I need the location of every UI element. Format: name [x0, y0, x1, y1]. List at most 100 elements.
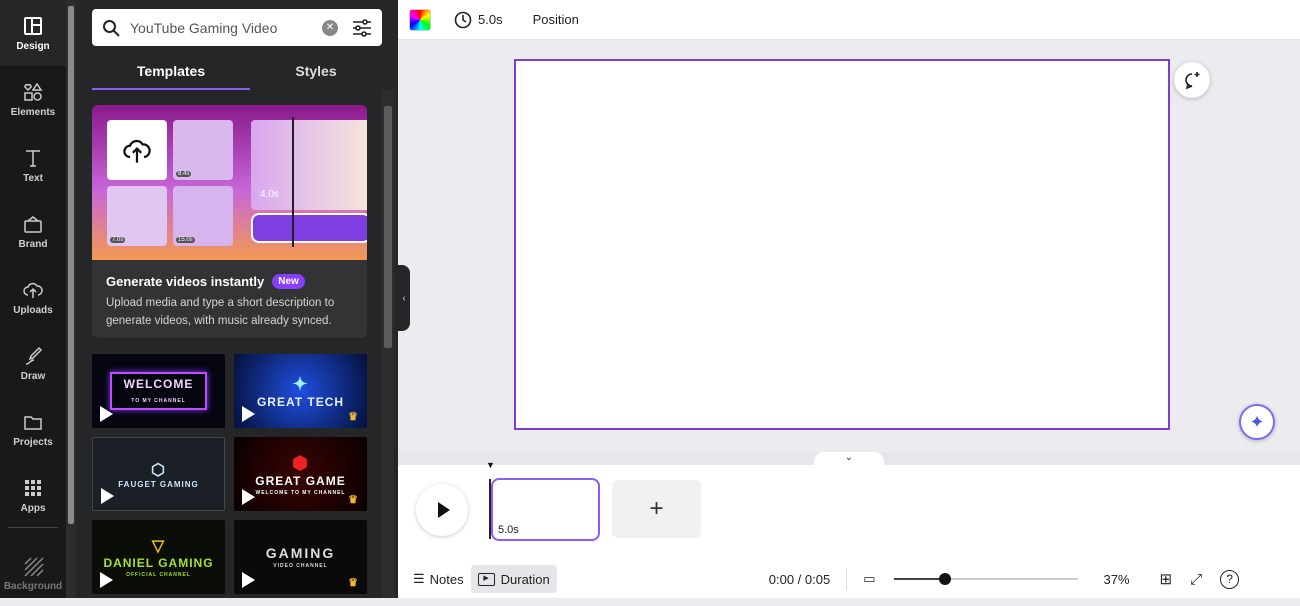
- template-thumb[interactable]: ✦ GREAT TECH ♛: [234, 354, 367, 428]
- tab-styles[interactable]: Styles: [250, 56, 382, 90]
- search-input[interactable]: [130, 19, 322, 36]
- wolf-logo: ⬢: [292, 452, 309, 473]
- zoom-slider-knob[interactable]: [939, 573, 952, 585]
- notes-icon: ☰: [413, 571, 425, 586]
- rail-label: Draw: [20, 370, 46, 382]
- rail-projects[interactable]: Projects: [0, 396, 66, 462]
- template-title: GREAT GAME: [255, 473, 346, 488]
- play-icon: [438, 502, 450, 518]
- upload-cloud-icon: [23, 282, 43, 298]
- playhead: [292, 117, 294, 247]
- rail-label: Background: [3, 580, 63, 592]
- duration-label: 8.4s: [176, 171, 192, 177]
- add-comment-button[interactable]: [1174, 62, 1210, 98]
- timeline: ▼ 5.0s + ☰ Notes ▶ Duration 0:00 / 0:05 ▭ …: [398, 460, 1300, 598]
- template-subtitle: OFFICIAL CHANNEL: [126, 572, 191, 578]
- new-badge: New: [272, 274, 305, 289]
- play-icon: [242, 489, 255, 505]
- duration-label: 4.0s: [260, 189, 279, 200]
- video-duration-icon: ▶: [477, 572, 495, 586]
- search-icon: [103, 19, 120, 37]
- template-thumb[interactable]: GAMING VIDEO CHANNEL ♛: [234, 520, 367, 594]
- template-subtitle: VIDEO CHANNEL: [273, 563, 328, 569]
- template-title: DANIEL GAMING: [103, 556, 214, 570]
- rail-label: Elements: [10, 106, 56, 118]
- rail-label: Apps: [20, 502, 46, 514]
- play-icon: [242, 572, 255, 588]
- rail-draw[interactable]: Draw: [0, 330, 66, 396]
- color-picker-button[interactable]: [409, 8, 431, 31]
- rail-scrollbar[interactable]: [66, 0, 76, 598]
- zoom-slider[interactable]: [893, 573, 1078, 585]
- template-thumb[interactable]: WELCOME TO MY CHANNEL: [92, 354, 225, 428]
- page-view-icon[interactable]: ▭: [863, 571, 875, 587]
- rail-apps[interactable]: Apps: [0, 462, 66, 528]
- collapse-panel-button[interactable]: ‹: [398, 265, 410, 331]
- zoom-percent[interactable]: 37%: [1104, 572, 1130, 587]
- position-button[interactable]: Position: [526, 6, 586, 34]
- help-icon[interactable]: ?: [1220, 569, 1240, 589]
- panel-scrollbar[interactable]: [382, 90, 394, 598]
- timeline-clip[interactable]: 5.0s: [491, 478, 600, 541]
- background-icon: [24, 556, 44, 577]
- eagle-logo: ✦: [292, 373, 309, 394]
- play-button[interactable]: [416, 484, 468, 536]
- template-thumb[interactable]: ▽ DANIEL GAMING OFFICIAL CHANNEL: [92, 520, 225, 594]
- duration-value: 5.0s: [478, 12, 503, 27]
- comment-add-icon: [1185, 72, 1200, 90]
- template-title: GAMING: [265, 545, 336, 561]
- play-icon: [242, 406, 255, 422]
- template-thumb[interactable]: ⬢ GREAT GAME WELCOME TO MY CHANNEL ♛: [234, 437, 367, 511]
- rail-label: Text: [23, 172, 43, 184]
- duration-toggle-button[interactable]: ▶ Duration: [470, 565, 557, 593]
- promo-illustration: 8.4s 7.0s 15.0s 4.0s: [92, 105, 367, 260]
- add-page-button[interactable]: +: [612, 480, 701, 538]
- editor-toolbar: 5.0s Position: [398, 0, 1300, 40]
- draw-icon: [25, 346, 43, 365]
- fullscreen-icon[interactable]: ⤢: [1190, 571, 1202, 588]
- toggle-timeline-button[interactable]: ⌄: [814, 452, 884, 466]
- rail-label: Uploads: [13, 304, 53, 316]
- gaming-logo: ▽: [151, 538, 166, 555]
- rail-uploads[interactable]: Uploads: [0, 264, 66, 330]
- play-icon: [100, 406, 113, 422]
- template-subtitle: TO MY CHANNEL: [131, 398, 186, 404]
- magic-assistant-button[interactable]: ✦: [1239, 404, 1275, 440]
- template-title: FAUGET GAMING: [118, 479, 199, 489]
- rail-elements[interactable]: Elements: [0, 66, 66, 132]
- promo-description: Upload media and type a short descriptio…: [106, 297, 335, 327]
- gamepad-logo: ⬡: [151, 461, 166, 479]
- tab-templates[interactable]: Templates: [92, 56, 250, 90]
- rail-background[interactable]: Background: [0, 540, 66, 606]
- template-thumb[interactable]: ⬡ FAUGET GAMING: [92, 437, 225, 511]
- design-page[interactable]: [514, 59, 1170, 430]
- rail-text[interactable]: Text: [0, 132, 66, 198]
- folder-icon: [24, 415, 42, 430]
- rail-design[interactable]: Design: [0, 0, 66, 66]
- template-title: WELCOME: [123, 377, 194, 391]
- grid-view-icon[interactable]: ⊞: [1160, 570, 1173, 588]
- notes-button[interactable]: ☰ Notes: [406, 565, 471, 593]
- text-icon: [26, 149, 40, 167]
- audio-waveform: [251, 213, 367, 243]
- playhead-marker[interactable]: ▼: [486, 460, 495, 470]
- brand-icon: [24, 215, 42, 233]
- duration-button[interactable]: 5.0s: [447, 6, 510, 34]
- layout-icon: [24, 16, 42, 35]
- crown-icon: ♛: [348, 494, 359, 506]
- rail-brand[interactable]: Brand: [0, 198, 66, 264]
- clock-icon: [454, 11, 472, 28]
- duration-label: 15.0s: [176, 237, 195, 243]
- upload-tile: [107, 120, 167, 180]
- shapes-icon: [24, 82, 43, 101]
- rail-divider: [8, 527, 58, 528]
- filter-sliders-icon[interactable]: [352, 18, 372, 37]
- sparkle-icon: ✦: [1249, 411, 1265, 432]
- dog-video-preview: 4.0s: [251, 120, 367, 210]
- clear-search-icon[interactable]: ✕: [322, 19, 338, 36]
- apps-grid-icon: [25, 479, 41, 496]
- notes-label: Notes: [429, 571, 464, 587]
- promo-title: Generate videos instantly: [106, 274, 265, 289]
- generate-videos-card[interactable]: 8.4s 7.0s 15.0s 4.0s Generate videos ins…: [92, 105, 367, 338]
- side-rail: Design Elements Text Brand Uploads Draw …: [0, 0, 66, 598]
